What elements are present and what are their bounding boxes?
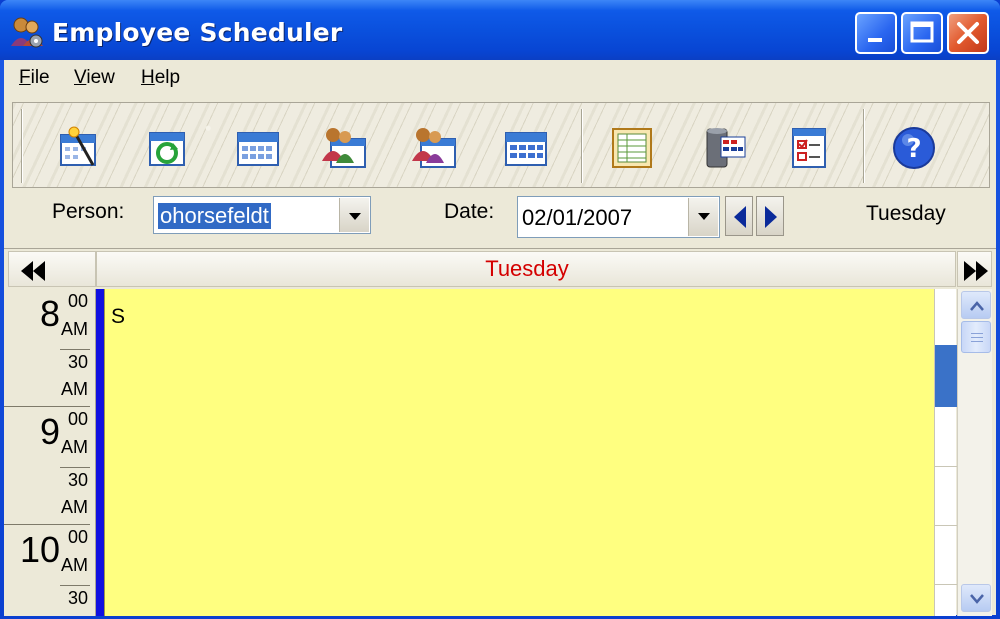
person-dropdown-button[interactable] [339, 198, 369, 232]
app-window: Employee Scheduler File View Help ? Pers… [0, 0, 1000, 619]
appointment-text[interactable]: S [111, 305, 125, 329]
calendar-icon[interactable] [235, 125, 281, 171]
person-color-bar [96, 289, 104, 616]
database-table-icon[interactable] [703, 125, 749, 171]
person-label: Person: [52, 200, 125, 223]
gutter-line [935, 525, 957, 526]
day-header: Tuesday [96, 251, 956, 287]
scroll-up-button[interactable] [961, 291, 991, 319]
calendar-wand-icon[interactable] [57, 125, 103, 171]
menu-view[interactable]: View [74, 67, 115, 89]
person-select[interactable]: ohorsefeldt [153, 196, 371, 234]
title-bar[interactable]: Employee Scheduler [0, 0, 1000, 60]
minimize-icon [868, 38, 882, 42]
chevron-left-icon [734, 206, 746, 228]
calendar-refresh-icon[interactable] [145, 125, 191, 171]
double-chevron-left-icon [21, 261, 45, 281]
scroll-thumb[interactable] [961, 321, 991, 353]
toolbar-separator [581, 109, 583, 183]
svg-text:?: ? [906, 134, 921, 164]
double-chevron-right-icon [964, 261, 988, 281]
time-column: 8 00 AM 30 AM 9 00 AM 30 AM 10 00 AM 30 [4, 289, 96, 616]
people-calendar-icon[interactable] [321, 125, 367, 171]
vertical-scrollbar[interactable] [957, 289, 992, 616]
gutter-line [935, 466, 957, 467]
hour-slot: 9 00 AM 30 AM [4, 407, 90, 525]
chevron-down-icon [970, 594, 984, 604]
scroll-down-button[interactable] [961, 584, 991, 612]
day-scheduler: Tuesday 8 00 AM 30 AM 9 00 AM 30 AM 10 0… [4, 248, 996, 616]
half-hour-divider [60, 467, 90, 468]
hour-slot: 8 00 AM 30 AM [4, 289, 90, 407]
people-gear-icon [11, 17, 43, 48]
date-label: Date: [444, 200, 495, 223]
weekday-display: Tuesday [866, 202, 946, 225]
minimize-button[interactable] [855, 12, 897, 54]
maximize-icon [910, 21, 934, 43]
day-appointment-area[interactable]: S [104, 289, 934, 616]
gutter-line [935, 584, 957, 585]
window-title: Employee Scheduler [52, 18, 343, 47]
next-day-header[interactable] [957, 251, 992, 287]
next-date-button[interactable] [756, 196, 784, 236]
hour-slot: 10 00 AM 30 [19, 527, 90, 608]
date-picker[interactable]: 02/01/2007 [517, 196, 720, 238]
checklist-icon[interactable] [787, 125, 833, 171]
calendar-grid-icon[interactable] [503, 125, 549, 171]
client-area: File View Help ? Person: ohorsefeldt Dat… [4, 60, 996, 616]
person-value: ohorsefeldt [158, 203, 271, 229]
chevron-right-icon [765, 206, 777, 228]
day-title: Tuesday [485, 256, 569, 281]
filter-bar: Person: ohorsefeldt Date: 02/01/2007 Tue… [4, 192, 996, 248]
date-dropdown-button[interactable] [688, 198, 718, 236]
maximize-button[interactable] [901, 12, 943, 54]
date-value: 02/01/2007 [522, 205, 633, 230]
close-button[interactable] [947, 12, 989, 54]
prev-day-header[interactable] [8, 251, 96, 287]
toolbar: ? [12, 102, 990, 188]
help-icon[interactable]: ? [891, 125, 937, 171]
toolbar-separator [863, 109, 865, 183]
time-slot-gutter [934, 289, 957, 616]
report-sheet-icon[interactable] [609, 125, 655, 171]
previous-date-button[interactable] [725, 196, 753, 236]
close-icon [957, 22, 979, 44]
half-hour-divider [60, 349, 90, 350]
chevron-up-icon [970, 301, 984, 311]
people-calendar-alt-icon[interactable] [411, 125, 457, 171]
toolbar-separator [21, 109, 23, 183]
half-hour-divider [60, 585, 90, 586]
menu-help[interactable]: Help [141, 67, 180, 89]
menu-file[interactable]: File [19, 67, 50, 89]
busy-indicator [935, 345, 957, 407]
menu-bar: File View Help [4, 60, 996, 96]
